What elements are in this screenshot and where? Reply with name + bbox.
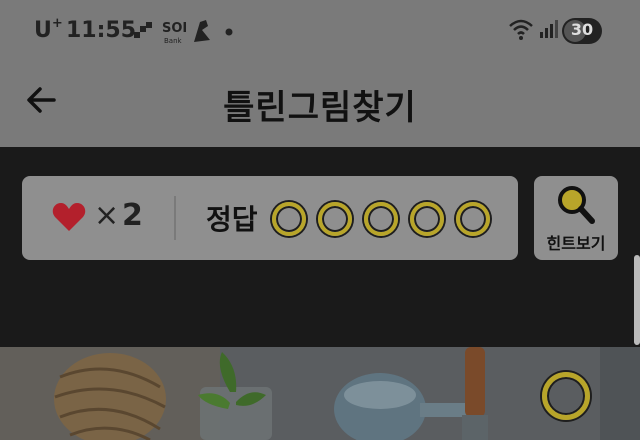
answer-label: 정답 <box>206 203 258 236</box>
answer-slot <box>410 202 444 236</box>
puzzle-image[interactable] <box>0 347 640 440</box>
magnifier-icon <box>558 186 595 224</box>
hint-label: 힌트보기 <box>546 234 606 253</box>
wifi-icon <box>509 19 533 40</box>
score-box: × 2 정답 <box>22 176 518 260</box>
carrier-label: U+ <box>34 16 63 43</box>
answer-slot <box>318 202 352 236</box>
notification-dot-icon <box>225 28 233 36</box>
svg-text:Bank: Bank <box>164 37 183 45</box>
app-notification-icon-2 <box>194 20 210 42</box>
answer-slot <box>364 202 398 236</box>
battery-indicator: 30 <box>562 18 602 44</box>
answer-slot <box>456 202 490 236</box>
sol-bank-icon: SOLBank <box>162 21 186 45</box>
heart-icon <box>52 203 86 231</box>
app-notification-icon <box>134 22 152 38</box>
game-panel: × 2 정답 힌트보기 <box>0 147 640 347</box>
status-time: 11:55 <box>66 18 137 43</box>
scrollbar[interactable] <box>634 255 640 345</box>
trowel-icon <box>462 347 488 440</box>
status-bar: U+ 11:55 SOLBank 30 <box>0 0 640 62</box>
signal-icon <box>540 20 558 38</box>
score-divider <box>174 196 176 240</box>
hint-button[interactable]: 힌트보기 <box>534 176 618 260</box>
lives-count: 2 <box>122 198 143 233</box>
app-bar: 틀린그림찾기 <box>0 62 640 147</box>
lives-multiplier: × <box>94 198 120 233</box>
found-difference-marker <box>542 372 590 420</box>
answer-slot <box>272 202 306 236</box>
svg-text:SOL: SOL <box>162 21 186 36</box>
page-title: 틀린그림찾기 <box>223 88 417 128</box>
battery-level: 30 <box>570 20 594 39</box>
